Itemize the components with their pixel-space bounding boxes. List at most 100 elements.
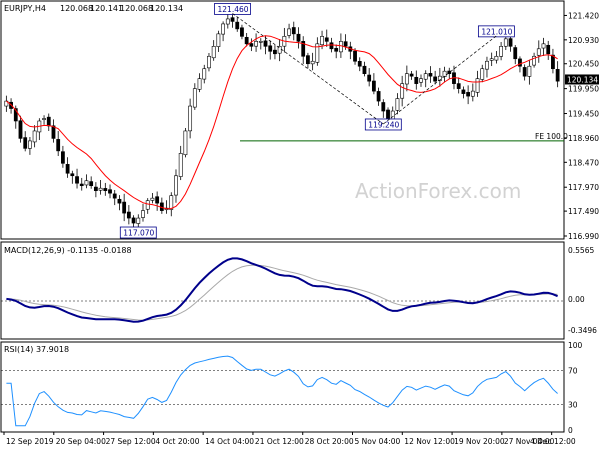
candle bbox=[65, 164, 70, 174]
candle bbox=[503, 38, 508, 47]
candle bbox=[93, 186, 98, 191]
candle bbox=[221, 23, 226, 35]
candle bbox=[334, 48, 339, 52]
fe-level-label: FE 100.0 bbox=[535, 132, 568, 141]
candle bbox=[310, 60, 315, 65]
candle bbox=[409, 73, 414, 77]
candle bbox=[395, 98, 400, 111]
candle bbox=[51, 125, 56, 139]
price-axis-label: 116.990 bbox=[568, 232, 599, 241]
candle bbox=[371, 80, 376, 92]
ohlc-high: 120.141 bbox=[90, 4, 123, 13]
price-axis-label: 120.930 bbox=[568, 36, 599, 45]
candle bbox=[273, 49, 277, 55]
candle bbox=[494, 55, 499, 61]
time-axis-label: 28 Oct 20:00 bbox=[305, 437, 354, 446]
candle bbox=[192, 88, 197, 108]
candle bbox=[155, 196, 160, 204]
candle bbox=[60, 151, 65, 164]
candle bbox=[141, 210, 145, 218]
candle bbox=[475, 78, 480, 93]
candle bbox=[306, 55, 310, 65]
candle bbox=[131, 217, 136, 224]
candle bbox=[423, 73, 428, 80]
price-axis-label: 120.450 bbox=[568, 60, 599, 69]
ohlc-open: 120.068 bbox=[60, 4, 93, 13]
candle bbox=[357, 60, 362, 67]
candle bbox=[555, 69, 560, 82]
candle bbox=[117, 198, 122, 204]
time-axis-label: 19 Nov 20:00 bbox=[454, 437, 505, 446]
candle bbox=[230, 17, 235, 22]
candle bbox=[112, 193, 117, 199]
time-axis-label: 4 Oct 20:00 bbox=[155, 437, 199, 446]
candle bbox=[414, 76, 419, 84]
candle bbox=[419, 78, 423, 83]
candle bbox=[75, 176, 79, 184]
candle bbox=[324, 37, 329, 42]
macd-axis-label: -0.3496 bbox=[568, 326, 597, 335]
watermark: ActionForex.com bbox=[355, 179, 521, 203]
candle bbox=[46, 116, 51, 127]
price-annotation-label: 119.240 bbox=[368, 120, 399, 129]
ohlc-low: 120.068 bbox=[120, 4, 153, 13]
candle bbox=[32, 130, 37, 143]
candle bbox=[70, 173, 75, 177]
time-axis-label: 27 Sep 12:00 bbox=[106, 437, 156, 446]
macd-axis-label: 0.00 bbox=[568, 295, 585, 304]
candle bbox=[456, 83, 461, 89]
candle bbox=[527, 65, 532, 77]
candle bbox=[376, 91, 381, 102]
candle bbox=[353, 50, 357, 62]
candle bbox=[291, 27, 296, 35]
candle bbox=[536, 48, 541, 56]
candle bbox=[489, 58, 494, 61]
candle bbox=[541, 43, 546, 49]
candle bbox=[79, 183, 84, 187]
rsi-axis-label: 0 bbox=[568, 426, 573, 435]
candle bbox=[183, 130, 188, 156]
candle bbox=[244, 36, 249, 45]
candle bbox=[329, 42, 334, 50]
time-axis-label: 4 Dec 12:00 bbox=[530, 437, 576, 446]
candle bbox=[240, 27, 244, 37]
candle bbox=[263, 40, 268, 47]
candle bbox=[287, 28, 291, 36]
candle bbox=[480, 68, 485, 80]
candle bbox=[145, 200, 150, 210]
candle bbox=[362, 65, 367, 74]
candle bbox=[428, 73, 433, 77]
candle bbox=[508, 38, 513, 47]
candle bbox=[522, 67, 527, 77]
candle bbox=[546, 44, 551, 55]
candle bbox=[249, 43, 254, 47]
candle bbox=[98, 187, 103, 191]
macd-axis-label: 0.5565 bbox=[568, 246, 594, 255]
candle bbox=[122, 201, 127, 214]
price-axis-label: 119.450 bbox=[568, 110, 599, 119]
candle bbox=[42, 118, 46, 120]
chart-canvas: EURJPY,H4 120.068 120.141 120.068 120.13… bbox=[0, 0, 600, 450]
last-price-marker: 120.134 bbox=[565, 74, 599, 85]
candle bbox=[23, 137, 28, 149]
candle bbox=[367, 74, 372, 82]
rsi-axis-label: 30 bbox=[568, 401, 578, 410]
candle bbox=[150, 197, 155, 201]
candle bbox=[211, 46, 216, 59]
price-axis-label: 121.420 bbox=[568, 11, 599, 20]
candle bbox=[235, 21, 240, 30]
candle bbox=[404, 73, 409, 85]
price-axis-label: 117.490 bbox=[568, 207, 599, 216]
candle bbox=[433, 76, 438, 82]
candle bbox=[126, 211, 131, 219]
candle bbox=[470, 90, 475, 97]
rsi-label: RSI(14) 37.9018 bbox=[4, 345, 69, 354]
candle bbox=[89, 181, 94, 187]
candle bbox=[320, 36, 324, 46]
candle bbox=[499, 46, 504, 57]
macd-label: MACD(12,26,9) -0.1135 -0.0188 bbox=[4, 246, 132, 255]
instrument-label: EURJPY,H4 bbox=[4, 4, 46, 13]
candle bbox=[136, 217, 141, 224]
candle bbox=[381, 102, 386, 112]
candle bbox=[56, 139, 61, 152]
